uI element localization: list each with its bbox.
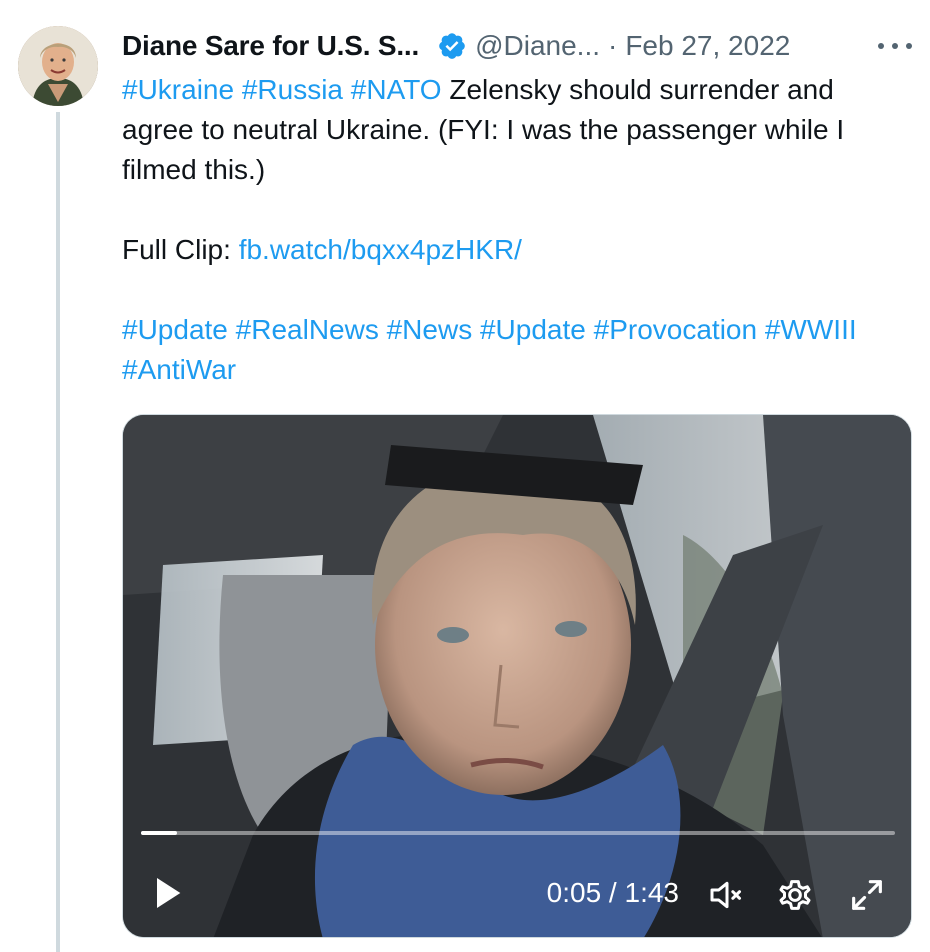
thread-line <box>56 112 60 952</box>
more-dot <box>878 43 884 49</box>
video-controls: 0:05 / 1:43 <box>123 855 911 925</box>
more-dot <box>892 43 898 49</box>
fullscreen-icon[interactable] <box>847 875 887 915</box>
tweet-text-run <box>379 314 387 345</box>
verified-badge-icon[interactable] <box>437 31 467 61</box>
play-icon[interactable] <box>147 873 187 913</box>
video-progress-fill <box>141 831 178 835</box>
tweet-text-run <box>343 74 351 105</box>
hashtags-paragraph: #Update #RealNews #News #Update #Provoca… <box>122 310 912 390</box>
video-progress-bar[interactable] <box>141 831 895 835</box>
tweet-text-run <box>234 74 242 105</box>
tweet-text: #Ukraine #Russia #NATO Zelensky should s… <box>122 70 912 390</box>
hashtag-link[interactable]: #WWIII <box>765 314 857 345</box>
gear-icon[interactable] <box>775 875 815 915</box>
hashtag-link[interactable]: #Update <box>122 314 228 345</box>
hashtag-link[interactable]: #AntiWar <box>122 354 236 385</box>
tweet-text-run <box>228 314 236 345</box>
author-handle[interactable]: @Diane... <box>475 30 600 62</box>
full-clip-label: Full Clip: <box>122 234 239 265</box>
more-options-icon[interactable] <box>878 34 912 58</box>
hashtag-link[interactable]: #NATO <box>351 74 442 105</box>
hashtag-link[interactable]: #RealNews <box>236 314 379 345</box>
tweet-text-run <box>472 314 480 345</box>
tweet-header: Diane Sare for U.S. S... @Diane... · Feb… <box>122 26 790 66</box>
hashtag-link[interactable]: #Ukraine <box>122 74 234 105</box>
hashtag-link[interactable]: #Update <box>480 314 586 345</box>
tweet-text-run <box>757 314 765 345</box>
video-player[interactable]: 0:05 / 1:43 <box>122 414 912 938</box>
hashtag-link[interactable]: #News <box>387 314 473 345</box>
hashtag-link[interactable]: #Russia <box>242 74 343 105</box>
tweet-date[interactable]: Feb 27, 2022 <box>625 30 790 62</box>
author-name[interactable]: Diane Sare for U.S. S... <box>122 30 419 62</box>
tweet-text-paragraph: #Ukraine #Russia #NATO Zelensky should s… <box>122 70 912 190</box>
full-clip-link[interactable]: fb.watch/bqxx4pzHKR/ <box>239 234 522 265</box>
avatar-photo <box>18 26 98 106</box>
avatar[interactable] <box>18 26 98 106</box>
video-time: 0:05 / 1:43 <box>546 877 679 908</box>
volume-muted-icon[interactable] <box>707 875 747 915</box>
full-clip-paragraph: Full Clip: fb.watch/bqxx4pzHKR/ <box>122 230 912 270</box>
hashtag-link[interactable]: #Provocation <box>594 314 757 345</box>
more-dot <box>906 43 912 49</box>
tweet-text-run <box>586 314 594 345</box>
separator-dot: · <box>608 30 618 61</box>
